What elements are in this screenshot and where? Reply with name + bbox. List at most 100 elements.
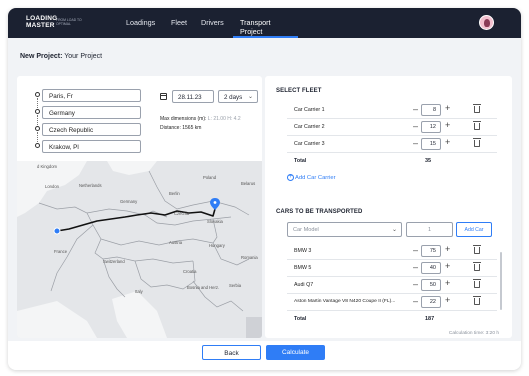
decrement-button[interactable]: – [413, 296, 418, 306]
project-name: Your Project [64, 53, 103, 60]
calculate-button[interactable]: Calculate [266, 345, 325, 360]
decrement-button[interactable]: – [413, 138, 418, 148]
increment-button[interactable]: + [445, 261, 450, 271]
location-pin-dot [213, 201, 217, 204]
decrement-button[interactable]: – [413, 104, 418, 114]
car-qty-input[interactable]: 50 [421, 279, 441, 291]
route-map[interactable]: d Kingdom London Netherlands Germany Pol… [17, 161, 262, 338]
chevron-down-icon: ⌄ [247, 94, 253, 100]
car-count-input[interactable]: 1 [406, 222, 453, 237]
fleet-row: Car Carrier 2 – 12 + [287, 119, 497, 136]
route-start-marker[interactable] [53, 227, 61, 235]
cars-total-value: 187 [425, 316, 435, 322]
distance-label: Distance: [160, 125, 181, 131]
map-label-kingdom: d Kingdom [37, 164, 58, 169]
cars-total-row: Total 187 [287, 311, 497, 328]
car-model-select[interactable]: Car Model ⌄ [287, 222, 402, 237]
decrement-button[interactable]: – [413, 279, 418, 289]
decrement-button[interactable]: – [413, 245, 418, 255]
top-navbar: LOADING MASTER FROM LOAD TO OPTIMAL Load… [8, 8, 521, 38]
fleet-item-label: Car Carrier 1 [294, 107, 325, 113]
max-dimensions-label: Max dimensions (m): [160, 116, 207, 122]
car-row: BMW 3 – 75 + [287, 243, 497, 260]
increment-button[interactable]: + [445, 278, 450, 288]
date-input[interactable]: 28.11.23 [172, 90, 214, 103]
decrement-button[interactable]: – [413, 262, 418, 272]
nav-item-fleet[interactable]: Fleet [171, 18, 187, 27]
map-label-netherlands: Netherlands [79, 183, 102, 188]
decrement-button[interactable]: – [413, 121, 418, 131]
page-title: New Project: Your Project [20, 53, 102, 60]
logo-line-1: LOADING [26, 15, 58, 22]
increment-button[interactable]: + [445, 295, 450, 305]
route-panel: Paris, Fr Germany Czech Republic Krakow,… [17, 76, 262, 338]
car-row: Audi Q7 – 50 + [287, 277, 497, 294]
car-item-label: Audi Q7 [294, 282, 314, 288]
fleet-total-row: Total 35 [287, 153, 497, 170]
user-avatar[interactable] [479, 15, 494, 30]
trash-icon[interactable] [473, 138, 481, 147]
page-title-prefix: New Project: [20, 53, 63, 60]
map-corner-overlay [246, 317, 262, 338]
cars-list-scrollbar[interactable] [500, 252, 502, 310]
car-model-placeholder: Car Model [293, 227, 319, 233]
increment-button[interactable]: + [445, 103, 450, 113]
fleet-item-label: Car Carrier 3 [294, 141, 325, 147]
map-label-italy: Italy [135, 289, 143, 294]
cars-title: CARS TO BE TRANSPORTED [276, 209, 363, 215]
map-label-berlin: Berlin [169, 191, 180, 196]
trash-icon[interactable] [473, 262, 481, 271]
map-label-belarus: Belarus [241, 181, 256, 186]
max-dimensions-value: L: 21.00 H: 4.2 [207, 116, 241, 122]
car-qty-input[interactable]: 40 [421, 262, 441, 274]
route-connector [37, 115, 38, 125]
nav-item-transport-project[interactable]: Transport Project [240, 18, 271, 36]
fleet-item-label: Car Carrier 2 [294, 124, 325, 130]
map-label-slovakia: Slovakia [207, 219, 223, 224]
map-label-london: London [45, 184, 59, 189]
route-stop-input-2[interactable]: Germany [42, 106, 141, 119]
increment-button[interactable]: + [445, 244, 450, 254]
fleet-qty-input[interactable]: 15 [421, 138, 441, 150]
duration-select[interactable]: 2 days ⌄ [218, 90, 258, 103]
trash-icon[interactable] [473, 121, 481, 130]
nav-item-drivers[interactable]: Drivers [201, 18, 224, 27]
trash-icon[interactable] [473, 104, 481, 113]
calendar-icon[interactable] [160, 93, 167, 100]
route-stop-input-4[interactable]: Krakow, Pl [42, 140, 141, 153]
car-item-label: Aston Martin Vantage V8 N420 Coupe II (F… [294, 299, 396, 304]
route-stop-input-1[interactable]: Paris, Fr [42, 89, 141, 102]
fleet-qty-input[interactable]: 8 [421, 104, 441, 116]
trash-icon[interactable] [473, 279, 481, 288]
map-label-serbia: Serbia [229, 283, 242, 288]
map-label-france: France [54, 249, 68, 254]
nav-item-loadings[interactable]: Loadings [126, 18, 155, 27]
fleet-qty-input[interactable]: 12 [421, 121, 441, 133]
route-connector [37, 132, 38, 142]
back-button[interactable]: Back [202, 345, 261, 360]
map-label-czechia: Czechia [174, 211, 190, 216]
car-row: BMW 5 – 40 + [287, 260, 497, 277]
increment-button[interactable]: + [445, 120, 450, 130]
calculation-time: Calculation time: 3:20 h [448, 331, 499, 336]
select-fleet-title: SELECT FLEET [276, 88, 322, 94]
logo-line-2: MASTER [26, 22, 55, 29]
app-window: LOADING MASTER FROM LOAD TO OPTIMAL Load… [8, 8, 521, 370]
add-car-carrier-link[interactable]: Add Car Carrier [295, 175, 336, 181]
map-label-germany: Germany [120, 199, 138, 204]
map-label-poland: Poland [203, 175, 217, 180]
fleet-row: Car Carrier 3 – 15 + [287, 136, 497, 153]
fleet-total-value: 35 [425, 158, 432, 164]
trash-icon[interactable] [473, 296, 481, 305]
route-connector [37, 98, 38, 108]
car-qty-input[interactable]: 75 [421, 245, 441, 257]
add-circle-icon[interactable]: + [287, 174, 294, 181]
increment-button[interactable]: + [445, 137, 450, 147]
car-qty-input[interactable]: 22 [421, 296, 441, 308]
trash-icon[interactable] [473, 245, 481, 254]
car-item-label: BMW 5 [294, 265, 312, 271]
route-stop-input-3[interactable]: Czech Republic [42, 123, 141, 136]
add-car-button[interactable]: Add Car [456, 222, 492, 237]
app-logo[interactable]: LOADING MASTER [26, 15, 57, 29]
map-label-austria: Austria [169, 240, 183, 245]
